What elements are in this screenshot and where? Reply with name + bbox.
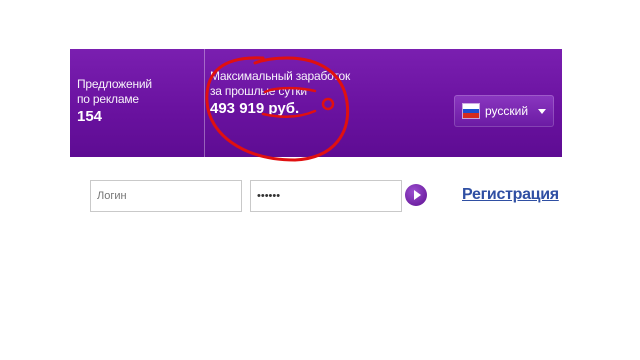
language-selector[interactable]: русский: [454, 95, 554, 127]
language-label: русский: [485, 104, 529, 118]
arrow-right-icon: [413, 190, 421, 200]
earnings-label-line2: за прошлые сутки: [210, 84, 307, 98]
login-input[interactable]: [90, 180, 242, 212]
chevron-down-icon: [538, 108, 546, 114]
register-link[interactable]: Регистрация: [462, 186, 559, 204]
offers-label-line2: по рекламе: [77, 92, 139, 106]
offers-value: 154: [77, 108, 103, 125]
stats-banner: Предложений по рекламе 154 Максимальный …: [70, 49, 562, 157]
earnings-label-line1: Максимальный заработок: [210, 69, 351, 83]
submit-button[interactable]: [405, 184, 427, 206]
password-input[interactable]: [250, 180, 402, 212]
earnings-stat: Максимальный заработок за прошлые сутки …: [210, 69, 390, 118]
offers-label-line1: Предложений: [77, 77, 152, 91]
banner-divider: [204, 49, 205, 157]
earnings-value: 493 919 руб.: [210, 100, 300, 117]
offers-stat: Предложений по рекламе 154: [77, 77, 197, 126]
russia-flag-icon: [462, 103, 480, 119]
